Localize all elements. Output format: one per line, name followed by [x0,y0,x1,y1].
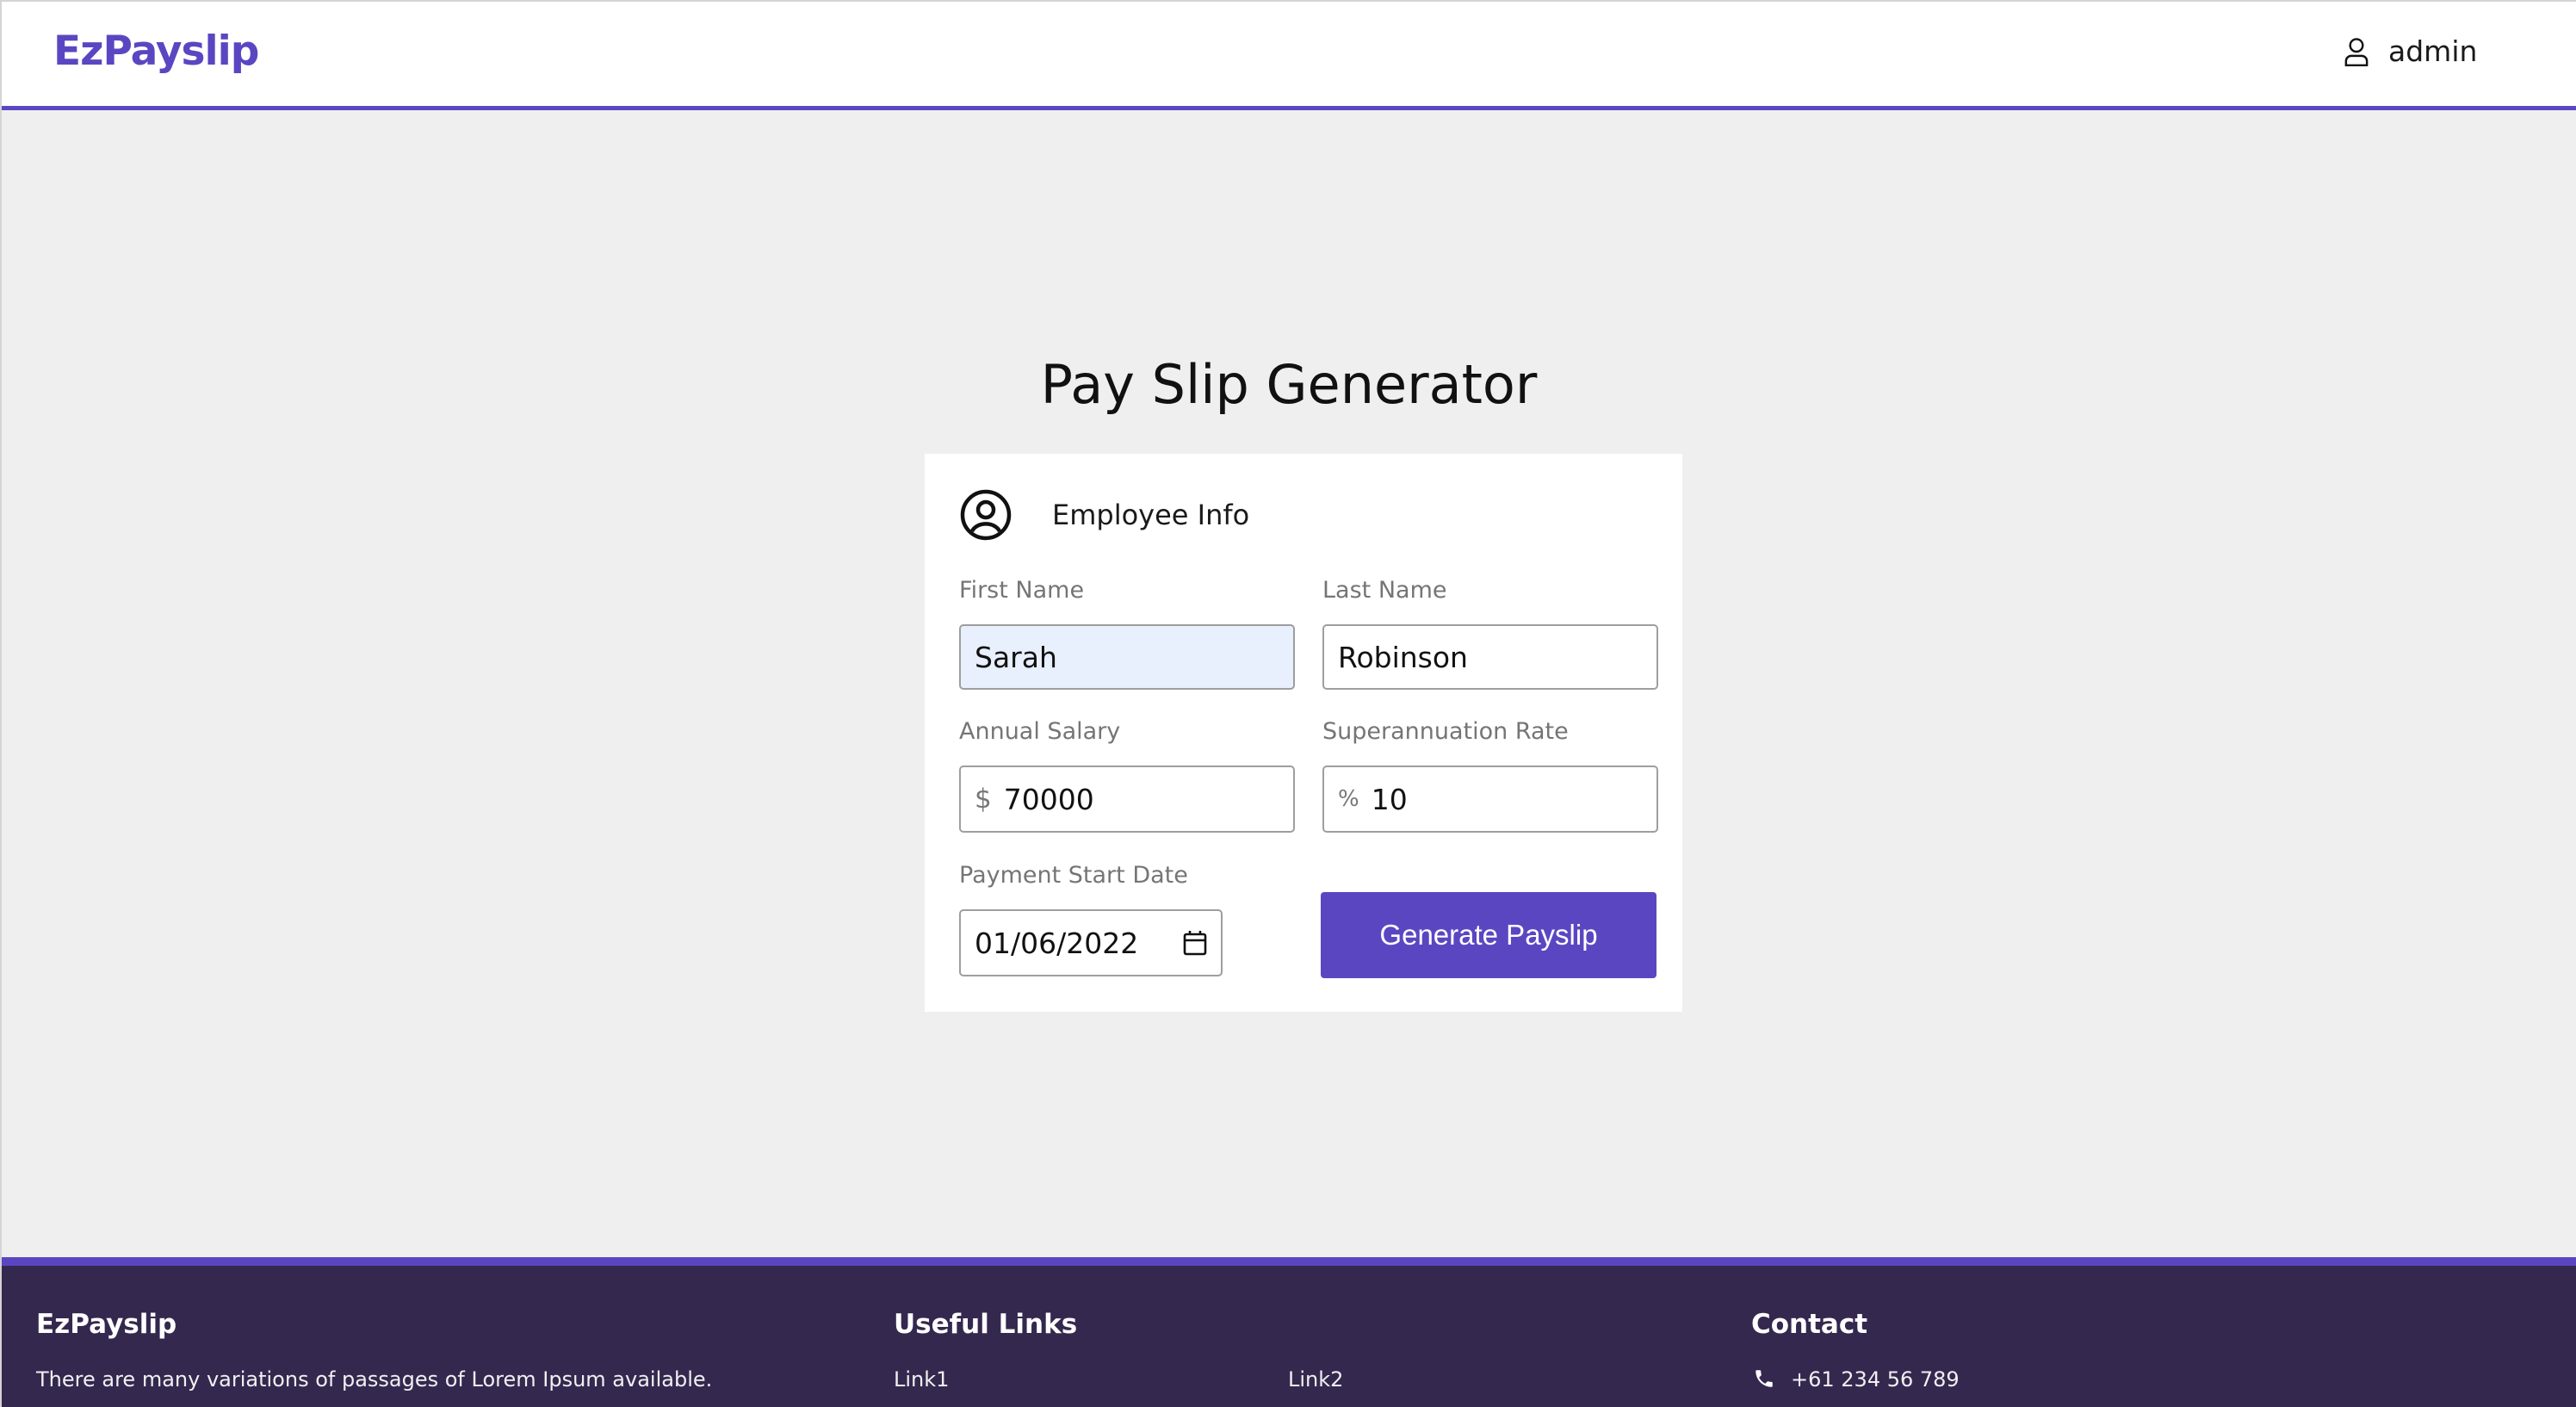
useful-links-title: Useful Links [894,1309,1078,1340]
footer-brand: EzPayslip [36,1309,177,1340]
footer-tagline: There are many variations of passages of… [36,1367,713,1392]
annual-salary-value: 70000 [1003,782,1094,816]
first-name-value: Sarah [975,640,1057,674]
user-menu[interactable]: admin [2344,34,2477,68]
last-name-value: Robinson [1338,640,1468,674]
last-name-label: Last Name [1322,577,1447,604]
super-rate-value: 10 [1371,782,1408,816]
brand-logo[interactable]: EzPayslip [53,28,259,75]
top-navbar: EzPayslip admin [2,2,2576,110]
first-name-input[interactable]: Sarah [959,624,1295,690]
start-date-label: Payment Start Date [959,862,1188,889]
annual-salary-label: Annual Salary [959,718,1121,745]
footer-link-1[interactable]: Link1 [894,1367,949,1392]
page-title: Pay Slip Generator [1040,353,1538,416]
super-rate-label: Superannuation Rate [1322,718,1569,745]
user-icon [2344,37,2369,66]
username-label: admin [2388,34,2478,68]
card-header: Employee Info [959,488,1249,542]
footer-link-2[interactable]: Link2 [1288,1367,1343,1392]
user-circle-icon [960,489,1012,541]
super-rate-input[interactable]: % 10 [1322,765,1658,833]
dollar-prefix: $ [975,784,992,815]
start-date-input[interactable]: 01/06/2022 [959,909,1223,976]
annual-salary-input[interactable]: $ 70000 [959,765,1295,833]
first-name-label: First Name [959,577,1085,604]
generate-payslip-button[interactable]: Generate Payslip [1321,892,1656,978]
contact-title: Contact [1751,1309,1868,1340]
percent-prefix: % [1338,786,1359,812]
phone-icon [1756,1370,1773,1387]
start-date-value: 01/06/2022 [975,926,1139,960]
contact-phone[interactable]: +61 234 56 789 [1791,1367,1960,1392]
last-name-input[interactable]: Robinson [1322,624,1658,690]
footer: EzPayslip There are many variations of p… [2,1257,2576,1407]
page: EzPayslip admin Pay Slip Generator Emplo… [0,0,2576,1407]
employee-info-card: Employee Info First Name Sarah Last Name… [925,454,1682,1012]
calendar-icon[interactable] [1183,930,1207,956]
section-title: Employee Info [1052,499,1250,531]
